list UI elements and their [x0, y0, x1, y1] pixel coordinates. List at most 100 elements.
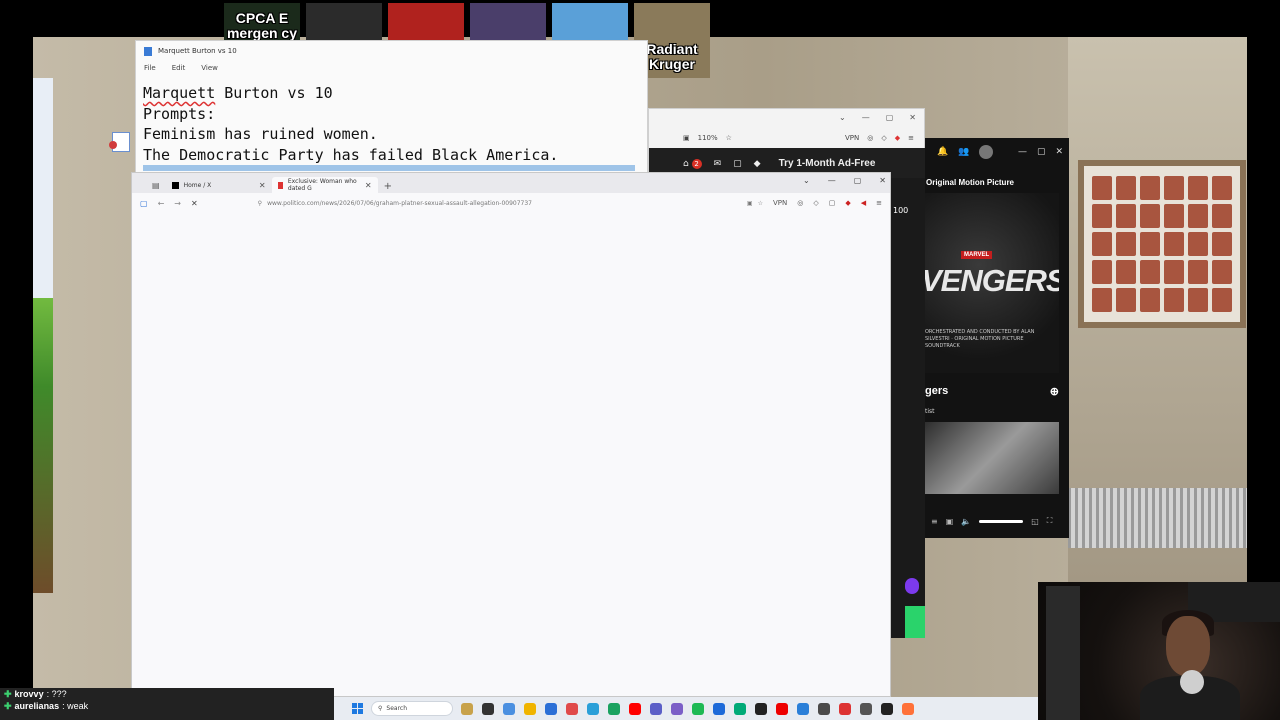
notepad-window[interactable]: Marquett Burton vs 10 File Edit View Mar… [135, 40, 648, 178]
notification-icon[interactable]: ⌂ 2 [683, 158, 702, 169]
bookmark-star-icon[interactable]: ☆ [758, 200, 763, 207]
text-line: Feminism has ruined women. [143, 125, 378, 143]
taskbar-app-icon[interactable] [713, 702, 725, 715]
tab-overview-icon[interactable]: ▤ [152, 181, 166, 193]
notepad-menubar: File Edit View [136, 61, 647, 75]
taskbar-apps [461, 702, 914, 715]
ad-free-button[interactable]: Try 1-Month Ad-Free [779, 158, 876, 169]
taskbar-app-icon[interactable] [734, 702, 746, 715]
desktop-shortcut-icon[interactable] [109, 132, 130, 152]
text-line: The Democratic Party has failed Black Am… [143, 145, 559, 164]
sidebar-icon[interactable]: ▢ [140, 199, 148, 208]
taskbar-app-icon[interactable] [755, 702, 767, 715]
window-controls: ⌄ — ▢ ✕ [803, 176, 886, 185]
notepad-titlebar[interactable]: Marquett Burton vs 10 [136, 41, 647, 61]
minimize-icon[interactable]: — [862, 113, 870, 125]
spotify-window[interactable]: 🔔 👥 — ▢ ✕ Original Motion Picture MARVEL… [925, 138, 1069, 538]
star-icon[interactable]: ☆ [726, 134, 732, 142]
shield-icon[interactable]: ◆ [895, 134, 900, 142]
extensions-icon[interactable]: ◇ [813, 199, 818, 207]
menu-icon[interactable]: ≡ [876, 199, 882, 207]
zoom-level[interactable]: 110% [698, 134, 718, 142]
menu-file[interactable]: File [144, 64, 156, 72]
artist-photo[interactable]: tist [925, 408, 1059, 494]
bell-icon[interactable]: 🔔 [937, 147, 948, 157]
close-icon[interactable]: ✕ [879, 176, 886, 185]
new-tab-button[interactable]: + [378, 181, 398, 193]
main-browser-window[interactable]: ▤ Home / X ✕ Exclusive: Woman who dated … [131, 172, 891, 697]
taskbar-app-icon[interactable] [608, 702, 620, 715]
maximize-icon[interactable]: ▢ [886, 113, 894, 125]
vpn-badge[interactable]: VPN [845, 134, 859, 142]
minimize-icon[interactable]: — [1018, 147, 1027, 157]
menu-edit[interactable]: Edit [172, 64, 186, 72]
menu-view[interactable]: View [201, 64, 218, 72]
reader-view-icon[interactable]: ▣ [747, 200, 753, 207]
miniplayer-icon[interactable]: ◱ [1031, 517, 1039, 526]
close-icon[interactable]: ✕ [1055, 147, 1063, 157]
taskbar-app-icon[interactable] [629, 702, 641, 715]
friends-icon[interactable]: 👥 [958, 147, 969, 157]
taskbar-app-icon[interactable] [860, 702, 872, 715]
chat-icon[interactable]: ▢ [733, 159, 742, 169]
account-icon[interactable]: ◎ [797, 199, 803, 207]
close-tab-icon[interactable]: ✕ [259, 181, 266, 190]
taskbar-app-icon[interactable] [797, 702, 809, 715]
forward-icon[interactable]: → [174, 199, 181, 208]
taskbar-search-box[interactable]: ⚲ Search [371, 701, 453, 716]
account-icon[interactable]: ◎ [867, 134, 873, 142]
avatar[interactable] [979, 145, 994, 159]
secondary-browser-window[interactable]: ⌄ — ▢ ✕ ▣ 110% ☆ VPN ◎ ◇ ◆ ≡ ⌂ 2 ✉ ▢ ◆ T… [648, 108, 926, 179]
search-placeholder: Search [386, 705, 408, 712]
vpn-badge[interactable]: VPN [773, 199, 787, 207]
green-button[interactable] [905, 606, 925, 638]
album-art[interactable]: MARVEL VENGERS ORCHESTRATED AND CONDUCTE… [925, 193, 1059, 373]
notepad-text-area[interactable]: Marquett Burton vs 10 Prompts: Feminism … [136, 75, 647, 171]
add-icon[interactable]: ⊕ [1050, 385, 1059, 398]
taskbar-app-icon[interactable] [839, 702, 851, 715]
taskbar-app-icon[interactable] [692, 702, 704, 715]
taskbar-app-icon[interactable] [503, 702, 515, 715]
taskbar-app-icon[interactable] [650, 702, 662, 715]
taskbar-app-icon[interactable] [524, 702, 536, 715]
fullscreen-icon[interactable]: ⛶ [1047, 516, 1053, 526]
ublock-shield-icon[interactable]: ◆ [845, 199, 850, 207]
back-icon[interactable]: ← [158, 199, 165, 208]
tab-politico[interactable]: Exclusive: Woman who dated G ✕ [271, 177, 378, 193]
purple-button[interactable] [905, 578, 919, 594]
maximize-icon[interactable]: ▢ [854, 176, 862, 185]
tab-home-x[interactable]: Home / X ✕ [166, 177, 272, 193]
taskbar-app-icon[interactable] [587, 702, 599, 715]
taskbar-app-icon[interactable] [776, 702, 788, 715]
minimize-icon[interactable]: — [828, 176, 836, 185]
address-bar[interactable]: ⚲ www.politico.com/news/2026/07/06/graha… [208, 196, 763, 210]
volume-icon[interactable]: 🔈 [961, 517, 971, 526]
taskbar-app-icon[interactable] [881, 702, 893, 715]
close-tab-icon[interactable]: ✕ [365, 181, 372, 190]
reader-icon[interactable]: ▣ [683, 134, 690, 142]
taskbar-app-icon[interactable] [482, 702, 494, 715]
maximize-icon[interactable]: ▢ [1037, 147, 1046, 157]
diamond-icon[interactable]: ◆ [754, 159, 761, 169]
taskbar-app-icon[interactable] [545, 702, 557, 715]
container-icon[interactable]: ▢ [829, 199, 836, 207]
taskbar-app-icon[interactable] [566, 702, 578, 715]
chevron-down-icon[interactable]: ⌄ [803, 176, 810, 185]
chevron-down-icon[interactable]: ⌄ [839, 113, 846, 125]
menu-icon[interactable]: ≡ [908, 134, 914, 142]
volume-slider[interactable] [979, 519, 1024, 523]
windows-start-icon[interactable] [352, 703, 363, 714]
chat-user: aurelianas [14, 701, 60, 711]
mail-icon[interactable]: ✉ [714, 159, 722, 169]
device-icon[interactable]: ▣ [946, 517, 954, 526]
taskbar-app-icon[interactable] [902, 702, 914, 715]
megaphone-icon[interactable]: ◀ [861, 199, 866, 207]
taskbar-app-icon[interactable] [671, 702, 683, 715]
stop-loading-icon[interactable]: ✕ [191, 199, 198, 208]
site-info-icon[interactable]: ⚲ [258, 200, 262, 207]
extension-icon[interactable]: ◇ [881, 134, 886, 142]
close-icon[interactable]: ✕ [909, 113, 916, 125]
taskbar-app-icon[interactable] [461, 702, 473, 715]
queue-icon[interactable]: ≡ [931, 517, 938, 526]
taskbar-app-icon[interactable] [818, 702, 830, 715]
